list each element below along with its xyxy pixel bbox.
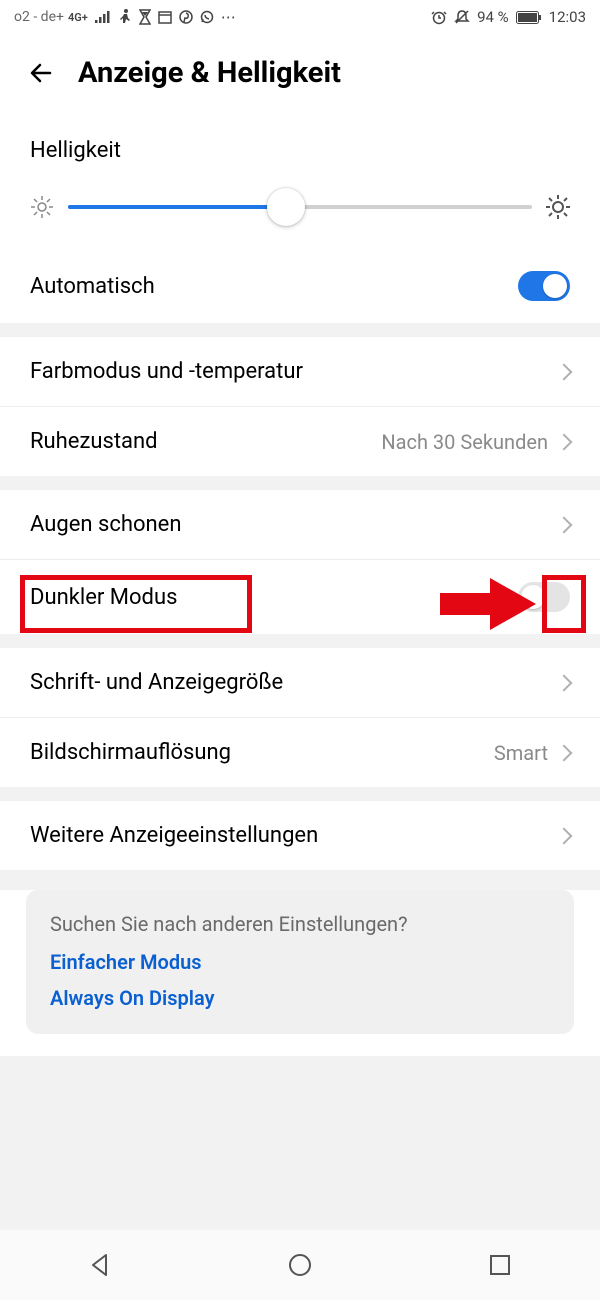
color-mode-row[interactable]: Farbmodus und -temperatur	[0, 337, 600, 406]
simple-mode-link[interactable]: Einfacher Modus	[50, 950, 550, 974]
brightness-label: Helligkeit	[0, 120, 600, 173]
resolution-row[interactable]: Bildschirmauflösung Smart	[0, 717, 600, 787]
dark-mode-label: Dunkler Modus	[30, 585, 177, 610]
auto-brightness-label: Automatisch	[30, 274, 155, 299]
clock: 12:03	[549, 8, 586, 26]
slider-thumb[interactable]	[267, 188, 305, 226]
whatsapp-icon	[200, 10, 214, 24]
sleep-value: Nach 30 Sekunden	[381, 430, 548, 454]
calendar-icon	[158, 10, 172, 24]
chevron-right-icon	[556, 674, 573, 691]
status-bar: o2 - de+ 4G+ ⋯ 94 % 12:03	[0, 0, 600, 34]
chevron-right-icon	[556, 433, 573, 450]
always-on-display-link[interactable]: Always On Display	[50, 986, 550, 1010]
auto-brightness-row[interactable]: Automatisch	[0, 249, 600, 323]
brightness-section: Helligkeit Automatisch	[0, 120, 600, 323]
alarm-icon	[431, 9, 447, 25]
sun-high-icon	[544, 193, 572, 221]
header: Anzeige & Helligkeit	[0, 34, 600, 120]
back-icon[interactable]	[28, 59, 56, 87]
font-size-row[interactable]: Schrift- und Anzeigegröße	[0, 648, 600, 717]
chevron-right-icon	[556, 363, 573, 380]
more-icon: ⋯	[221, 8, 237, 26]
chevron-right-icon	[556, 516, 573, 533]
chevron-right-icon	[556, 827, 573, 844]
chevron-right-icon	[556, 744, 573, 761]
more-display-label: Weitere Anzeigeeinstellungen	[30, 823, 318, 848]
dark-mode-toggle[interactable]	[518, 582, 570, 612]
eye-comfort-row[interactable]: Augen schonen	[0, 490, 600, 559]
brightness-slider[interactable]	[68, 205, 532, 209]
resolution-value: Smart	[494, 741, 548, 765]
resolution-label: Bildschirmauflösung	[30, 740, 231, 765]
mute-icon	[454, 9, 470, 25]
color-mode-label: Farbmodus und -temperatur	[30, 359, 303, 384]
signal-icon	[95, 11, 111, 23]
eye-comfort-label: Augen schonen	[30, 512, 182, 537]
search-question: Suchen Sie nach anderen Einstellungen?	[50, 912, 550, 936]
sun-low-icon	[28, 193, 56, 221]
search-suggestions-card: Suchen Sie nach anderen Einstellungen? E…	[26, 890, 574, 1034]
battery-icon	[516, 11, 542, 24]
dark-mode-row[interactable]: Dunkler Modus	[0, 559, 600, 634]
pinterest-icon	[179, 10, 193, 24]
hourglass-icon	[139, 9, 151, 25]
battery-percent: 94 %	[477, 8, 509, 26]
walking-icon	[118, 9, 132, 25]
brightness-slider-row	[0, 173, 600, 249]
font-size-label: Schrift- und Anzeigegröße	[30, 670, 283, 695]
sleep-label: Ruhezustand	[30, 429, 158, 454]
more-display-row[interactable]: Weitere Anzeigeeinstellungen	[0, 801, 600, 870]
page-title: Anzeige & Helligkeit	[78, 56, 341, 90]
nav-recent-icon[interactable]	[487, 1252, 513, 1278]
auto-brightness-toggle[interactable]	[518, 271, 570, 301]
network-label: 4G+	[68, 11, 88, 24]
system-nav-bar	[0, 1230, 600, 1300]
nav-back-icon[interactable]	[87, 1252, 113, 1278]
nav-home-icon[interactable]	[287, 1252, 313, 1278]
sleep-row[interactable]: Ruhezustand Nach 30 Sekunden	[0, 406, 600, 476]
carrier-label: o2 - de+	[14, 9, 64, 25]
